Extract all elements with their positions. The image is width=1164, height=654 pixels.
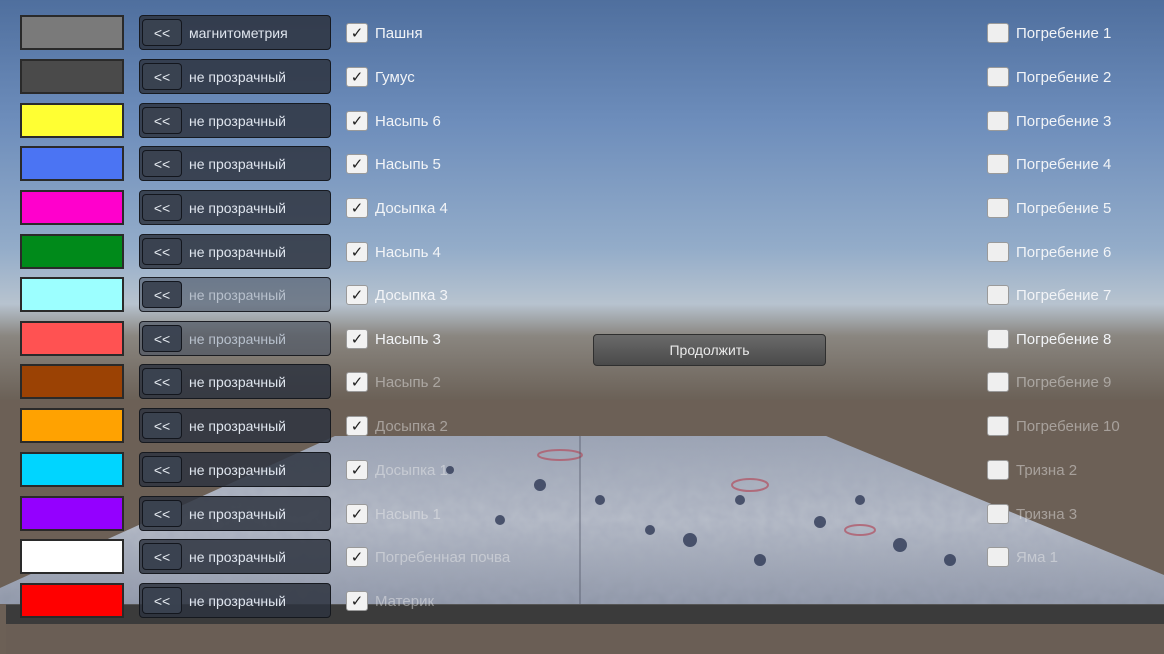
burial-toggle[interactable]: Погребение 7 (987, 284, 1111, 306)
burial-row: Яма 1 (0, 536, 1164, 576)
burial-toggle[interactable]: Погребение 8 (987, 328, 1111, 350)
burial-label: Погребение 1 (1016, 24, 1112, 42)
checkbox-icon[interactable] (987, 198, 1009, 218)
burial-toggle[interactable]: Погребение 6 (987, 241, 1111, 263)
checkbox-icon[interactable] (987, 23, 1009, 43)
checkbox-icon[interactable] (987, 111, 1009, 131)
burial-row: Погребение 3 (0, 100, 1164, 140)
burial-label: Погребение 6 (1016, 243, 1112, 261)
burial-label: Погребение 2 (1016, 68, 1112, 86)
burial-toggle[interactable]: Яма 1 (987, 546, 1058, 568)
layer-row: << не прозрачный ✓ Материк (0, 580, 1164, 620)
burial-label: Тризна 2 (1016, 461, 1078, 479)
burial-label: Погребение 7 (1016, 286, 1112, 304)
burial-row: Погребение 2 (0, 56, 1164, 96)
burial-row: Тризна 3 (0, 493, 1164, 533)
burial-row: Погребение 10 (0, 405, 1164, 445)
burial-toggle[interactable]: Погребение 4 (987, 153, 1111, 175)
checkbox-icon[interactable] (987, 285, 1009, 305)
burial-label: Погребение 8 (1016, 330, 1112, 348)
burial-toggle[interactable]: Погребение 10 (987, 415, 1120, 437)
burial-row: Тризна 2 (0, 449, 1164, 489)
layer-color-swatch[interactable] (20, 583, 124, 618)
layer-mode-button[interactable]: << не прозрачный (139, 583, 331, 618)
checkbox-icon[interactable] (987, 329, 1009, 349)
burial-row: Погребение 6 (0, 231, 1164, 271)
checkbox-icon[interactable] (987, 460, 1009, 480)
burial-label: Яма 1 (1016, 548, 1058, 566)
layer-label: Материк (375, 592, 435, 610)
burial-label: Погребение 9 (1016, 373, 1112, 391)
checkbox-icon[interactable] (987, 547, 1009, 567)
burial-row: Погребение 8 (0, 318, 1164, 358)
layer-visibility-toggle[interactable]: ✓ Материк (346, 590, 434, 612)
burial-row: Погребение 9 (0, 361, 1164, 401)
checkbox-icon[interactable] (987, 416, 1009, 436)
previous-mode-button[interactable]: << (142, 587, 182, 614)
layer-mode-label: не прозрачный (189, 592, 286, 609)
burial-label: Погребение 3 (1016, 112, 1112, 130)
burial-row: Погребение 1 (0, 12, 1164, 52)
burial-label: Погребение 10 (1016, 417, 1120, 435)
ground-strip (6, 624, 1164, 654)
burial-toggle[interactable]: Погребение 3 (987, 110, 1111, 132)
burial-toggle[interactable]: Тризна 2 (987, 459, 1077, 481)
burial-toggle[interactable]: Погребение 9 (987, 371, 1111, 393)
burial-row: Погребение 5 (0, 187, 1164, 227)
burial-label: Погребение 5 (1016, 199, 1112, 217)
checkbox-icon[interactable] (987, 504, 1009, 524)
checkbox-icon[interactable] (987, 154, 1009, 174)
checkbox-icon[interactable] (987, 67, 1009, 87)
burial-toggle[interactable]: Погребение 5 (987, 197, 1111, 219)
checkbox-icon[interactable] (987, 242, 1009, 262)
checkbox-icon[interactable] (987, 372, 1009, 392)
burial-label: Погребение 4 (1016, 155, 1112, 173)
burial-row: Погребение 7 (0, 274, 1164, 314)
burial-label: Тризна 3 (1016, 505, 1078, 523)
burial-toggle[interactable]: Погребение 2 (987, 66, 1111, 88)
continue-button[interactable]: Продолжить (593, 334, 826, 366)
checkbox-icon[interactable]: ✓ (346, 591, 368, 611)
burial-toggle[interactable]: Погребение 1 (987, 22, 1111, 44)
burial-row: Погребение 4 (0, 143, 1164, 183)
burial-toggle[interactable]: Тризна 3 (987, 503, 1077, 525)
